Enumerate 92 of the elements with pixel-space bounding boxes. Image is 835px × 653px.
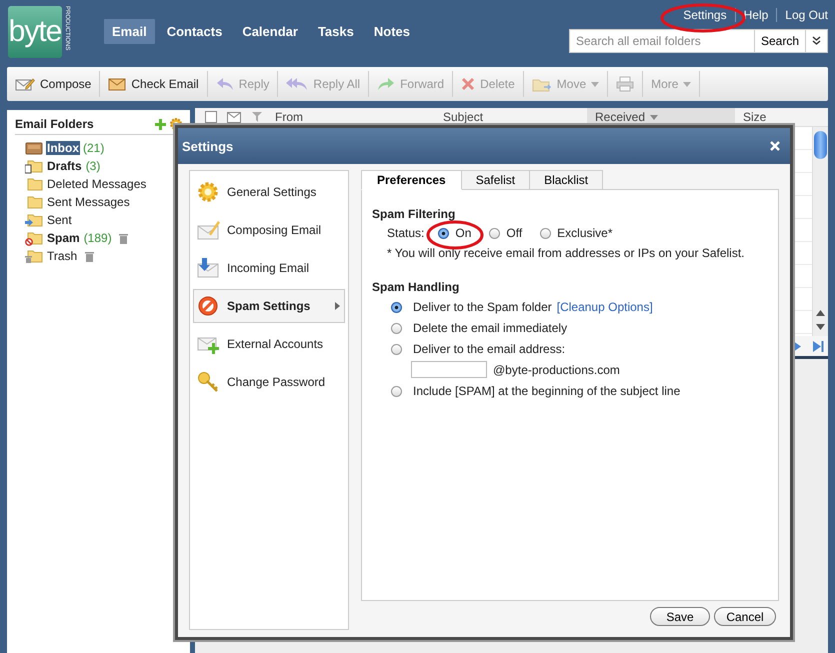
folder-item[interactable]: Drafts bbox=[46, 159, 83, 173]
toolbar-button[interactable]: Check Email bbox=[102, 67, 205, 101]
top-link[interactable]: Log Out bbox=[776, 8, 828, 22]
top-link[interactable]: Help bbox=[734, 8, 776, 22]
section-heading: Spam Filtering bbox=[372, 207, 456, 221]
pane-title: Email Folders bbox=[15, 117, 94, 131]
folder-arrow-icon bbox=[532, 76, 552, 92]
trash-icon[interactable] bbox=[85, 250, 94, 262]
scroll-up-icon[interactable] bbox=[816, 310, 825, 316]
chevron-icon bbox=[335, 302, 340, 310]
search-button[interactable]: Search bbox=[754, 29, 806, 53]
radio-label[interactable]: Deliver to the email address: bbox=[413, 342, 566, 356]
settings-menu-item[interactable]: Composing Email bbox=[193, 213, 345, 247]
reply-all-icon bbox=[286, 77, 308, 91]
envelope-arrow-icon bbox=[197, 257, 221, 279]
settings-menu-item[interactable]: Incoming Email bbox=[193, 251, 345, 285]
envelope-icon bbox=[108, 76, 126, 92]
radio-button[interactable] bbox=[391, 322, 402, 334]
trash-icon[interactable] bbox=[118, 232, 128, 244]
close-icon[interactable] bbox=[770, 141, 780, 151]
unread-count: (3) bbox=[86, 159, 100, 173]
column-header[interactable]: Subject bbox=[427, 108, 587, 126]
column-header[interactable]: From bbox=[267, 108, 427, 126]
folder-icon bbox=[25, 230, 43, 246]
settings-menu-item[interactable]: Change Password bbox=[193, 365, 345, 399]
key-icon bbox=[197, 371, 221, 393]
radio-label[interactable]: Delete the email immediately bbox=[413, 321, 568, 335]
radio-label[interactable]: Off bbox=[506, 226, 522, 240]
folder-icon bbox=[25, 248, 43, 264]
folder-icon bbox=[25, 212, 43, 228]
last-page-icon[interactable] bbox=[813, 340, 824, 352]
column-header[interactable]: Size bbox=[735, 108, 766, 126]
print-icon bbox=[616, 76, 634, 92]
folder-item[interactable]: Deleted Messages bbox=[46, 177, 148, 191]
settings-menu-item[interactable]: General Settings bbox=[193, 175, 345, 209]
save-button[interactable]: Save bbox=[650, 607, 710, 626]
address-field[interactable] bbox=[411, 361, 487, 378]
radio-label[interactable]: Exclusive* bbox=[557, 226, 613, 240]
field-label: Status: bbox=[387, 226, 424, 240]
folder-item[interactable]: Inbox bbox=[46, 141, 80, 155]
radio-label[interactable]: On bbox=[455, 226, 472, 240]
radio-button[interactable] bbox=[391, 302, 402, 312]
caret-icon bbox=[683, 82, 692, 86]
folder-item[interactable]: Sent bbox=[46, 213, 73, 227]
scrollbar[interactable] bbox=[812, 127, 828, 336]
scroll-thumb[interactable] bbox=[814, 131, 827, 159]
nav-tab[interactable]: Email bbox=[104, 19, 155, 44]
tab[interactable]: Preferences bbox=[361, 170, 462, 190]
folder-item[interactable]: Sent Messages bbox=[46, 195, 131, 209]
sort-caret-icon bbox=[650, 114, 658, 120]
annotation-circle bbox=[426, 220, 484, 250]
folder-icon bbox=[25, 176, 43, 192]
envelope-pencil-icon bbox=[15, 76, 35, 92]
radio-label[interactable]: Include [SPAM] at the beginning of the subject line bbox=[413, 384, 680, 398]
inbox-icon bbox=[25, 140, 43, 156]
tab[interactable]: Blacklist bbox=[529, 170, 604, 190]
radio-label[interactable]: Deliver to the Spam folder bbox=[413, 300, 552, 314]
search-field[interactable]: Search all email folders bbox=[568, 29, 755, 53]
cancel-button[interactable]: Cancel bbox=[714, 607, 776, 626]
delete-icon bbox=[461, 77, 476, 91]
checkbox-icon[interactable] bbox=[205, 111, 217, 123]
reply-icon bbox=[216, 77, 234, 91]
toolbar-button[interactable]: Compose bbox=[9, 67, 98, 101]
expand-button[interactable] bbox=[806, 29, 828, 53]
folder-item[interactable]: Trash bbox=[46, 249, 78, 263]
radio-button[interactable] bbox=[438, 228, 450, 238]
nav-tab[interactable]: Tasks bbox=[310, 19, 362, 44]
folder-icon bbox=[25, 194, 43, 210]
caret-icon bbox=[591, 82, 600, 86]
scroll-down-icon[interactable] bbox=[816, 324, 825, 330]
forward-icon bbox=[377, 77, 396, 91]
unread-count: (189) bbox=[84, 231, 112, 245]
settings-menu-item[interactable]: Spam Settings bbox=[193, 289, 345, 323]
domain-suffix: @byte-productions.com bbox=[493, 362, 620, 376]
folder-item[interactable]: Spam bbox=[46, 231, 81, 245]
radio-button[interactable] bbox=[391, 386, 402, 396]
add-icon[interactable] bbox=[155, 118, 166, 130]
nav-tab[interactable]: Notes bbox=[366, 19, 418, 44]
unread-count: (21) bbox=[83, 141, 104, 155]
dialog-title: Settings bbox=[182, 138, 234, 154]
settings-menu-item[interactable]: External Accounts bbox=[193, 327, 345, 361]
section-heading: Spam Handling bbox=[372, 280, 460, 294]
double-chevron-icon bbox=[812, 36, 821, 46]
note-text: * You will only receive email from addresses or IPs on your Safelist. bbox=[387, 246, 746, 260]
nav-tab[interactable]: Calendar bbox=[234, 19, 306, 44]
radio-button[interactable] bbox=[489, 228, 500, 238]
radio-button[interactable] bbox=[391, 344, 402, 354]
nav-tab[interactable]: Contacts bbox=[158, 19, 230, 44]
folder-icon bbox=[25, 158, 43, 174]
radio-button[interactable] bbox=[540, 228, 552, 238]
envelope-pencil-icon bbox=[197, 219, 221, 241]
cleanup-link[interactable]: [Cleanup Options] bbox=[556, 300, 653, 314]
